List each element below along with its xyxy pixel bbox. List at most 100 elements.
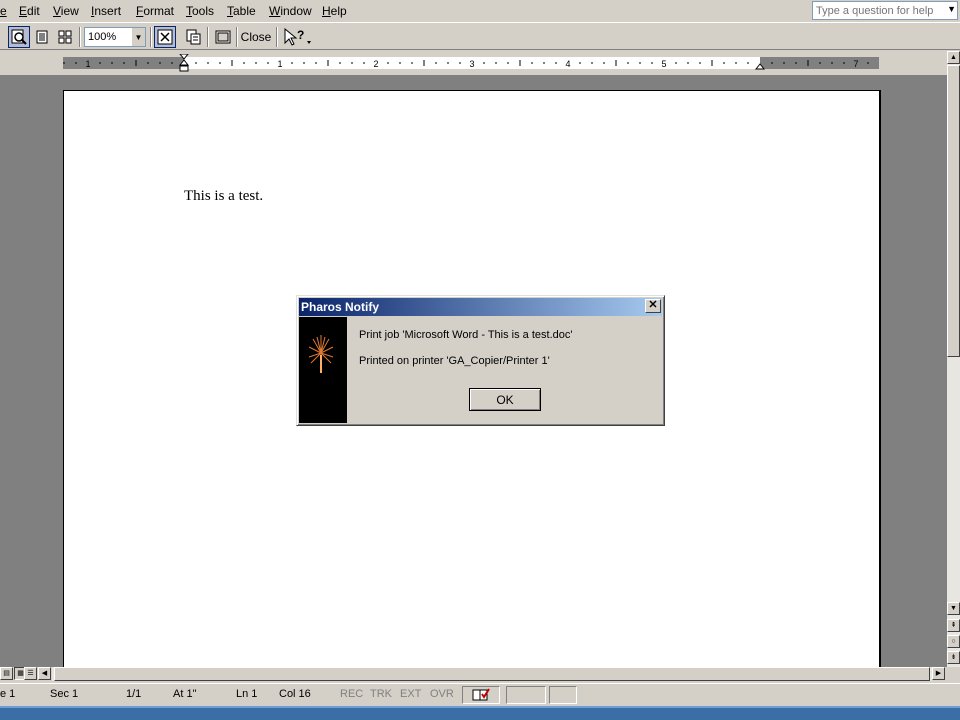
status-rec[interactable]: REC [340,688,363,700]
previous-page-button[interactable]: ⇞ [947,619,960,632]
spelling-book-icon [472,688,490,701]
scroll-right-button[interactable]: ▶ [932,667,945,680]
toolbar-separator [207,27,209,47]
dialog-close-button[interactable]: ✕ [645,299,661,313]
toolbar-separator [276,27,278,47]
select-browse-object-button[interactable]: ○ [947,635,960,648]
status-panel-empty [549,686,577,704]
dialog-message-line2: Printed on printer 'GA_Copier/Printer 1' [359,355,550,367]
pharos-notify-dialog: Pharos Notify ✕ Print job 'Microsoft Wor… [296,295,665,426]
horizontal-scroll-thumb[interactable] [54,667,930,681]
status-panel-empty [506,686,546,704]
status-at: At 1" [173,688,197,700]
full-screen-icon [215,30,231,44]
vertical-scrollbar[interactable]: ▲ ▼ ⇞ ○ ⇟ [947,51,960,667]
circle-icon: ○ [951,638,956,645]
scroll-up-button[interactable]: ▲ [947,51,960,64]
status-column: Col 16 [279,688,311,700]
double-arrow-down-icon: ⇟ [950,654,957,661]
status-ext[interactable]: EXT [400,688,421,700]
svg-text:?: ? [297,28,304,42]
normal-view-icon: ▦ [17,670,24,677]
pharos-logo-image [299,317,347,423]
scroll-down-button[interactable]: ▼ [947,602,960,615]
close-preview-button[interactable]: Close [240,26,272,48]
context-help-button[interactable]: ? [281,26,313,48]
horizontal-ruler[interactable]: 1 1 2 3 4 5 7 [63,54,879,72]
next-page-button[interactable]: ⇟ [947,651,960,664]
print-layout-icon: ▤ [3,670,10,677]
dialog-message-line1: Print job 'Microsoft Word - This is a te… [359,329,573,341]
horizontal-scroll-row: ▤ ▦ ☰ ◀ ▶ [0,667,960,681]
horizontal-scroll-track[interactable] [52,667,932,681]
ruler-number: 3 [469,59,474,69]
ruler-number: 1 [277,59,282,69]
right-indent-marker[interactable] [755,61,765,71]
ruler-number: 1 [85,59,90,69]
document-text[interactable]: This is a test. [184,188,263,205]
dialog-title-bar[interactable]: Pharos Notify [299,298,662,316]
toolbar-separator [150,27,152,47]
menu-file[interactable]: e [0,4,7,19]
full-screen-button[interactable] [212,26,234,48]
view-ruler-icon [157,29,173,45]
ruler-number: 4 [565,59,570,69]
menu-format[interactable]: Format [136,4,174,19]
multiple-pages-button[interactable] [54,26,76,48]
taskbar [0,706,960,720]
status-line: Ln 1 [236,688,258,700]
status-bar: e 1 Sec 1 1/1 At 1" Ln 1 Col 16 REC TRK … [0,683,960,705]
status-trk[interactable]: TRK [370,688,392,700]
arrow-right-icon: ▶ [935,670,942,677]
zoom-combo[interactable]: ▼ [84,27,146,47]
magnifier-button[interactable] [8,26,30,48]
print-preview-toolbar: ▼ Close ? [0,22,960,50]
menu-edit[interactable]: Edit [19,4,40,19]
spelling-status-panel[interactable] [462,686,500,704]
indent-marker[interactable] [179,54,189,72]
toolbar-separator [79,27,81,47]
outline-view-icon: ☰ [27,670,34,677]
close-icon: ✕ [648,299,658,311]
menu-help[interactable]: Help [322,4,347,19]
shrink-to-fit-button[interactable] [182,26,204,48]
chevron-down-icon[interactable]: ▼ [947,4,956,14]
status-ovr[interactable]: OVR [430,688,454,700]
status-page: e 1 [0,688,16,700]
menu-tools[interactable]: Tools [186,4,214,19]
ok-button[interactable]: OK [469,388,541,411]
status-section: Sec 1 [50,688,79,700]
shrink-to-fit-icon [186,29,201,45]
one-page-icon [36,30,48,44]
arrow-down-icon: ▼ [950,605,957,612]
outline-view-button[interactable]: ☰ [24,667,37,680]
view-ruler-button[interactable] [154,26,176,48]
menu-table[interactable]: Table [227,4,256,19]
zoom-input[interactable] [85,28,131,46]
ruler-number: 7 [853,59,858,69]
toolbar-separator [236,27,238,47]
one-page-button[interactable] [31,26,53,48]
context-help-icon: ? [284,28,311,46]
menu-view[interactable]: View [53,4,79,19]
chevron-down-icon[interactable]: ▼ [131,28,145,46]
menu-bar: e Edit View Insert Format Tools Table Wi… [0,0,960,22]
menu-window[interactable]: Window [269,4,312,19]
pharos-burst-icon [308,335,334,373]
multiple-pages-icon [58,30,72,44]
menu-insert[interactable]: Insert [91,4,121,19]
help-question-box[interactable]: ▼ [812,1,958,20]
ruler-number: 2 [373,59,378,69]
scroll-left-button[interactable]: ◀ [38,667,51,680]
horizontal-ruler-area: 1 1 2 3 4 5 7 [0,51,947,75]
arrow-left-icon: ◀ [41,670,48,677]
status-pages: 1/1 [126,688,142,700]
double-arrow-up-icon: ⇞ [950,622,957,629]
vertical-scroll-thumb[interactable] [947,65,960,357]
dialog-title: Pharos Notify [301,300,380,314]
print-layout-view-button[interactable]: ▤ [0,667,13,680]
ruler-number: 5 [661,59,666,69]
arrow-up-icon: ▲ [950,54,957,61]
help-question-input[interactable] [813,2,943,19]
magnifier-icon [11,29,27,45]
